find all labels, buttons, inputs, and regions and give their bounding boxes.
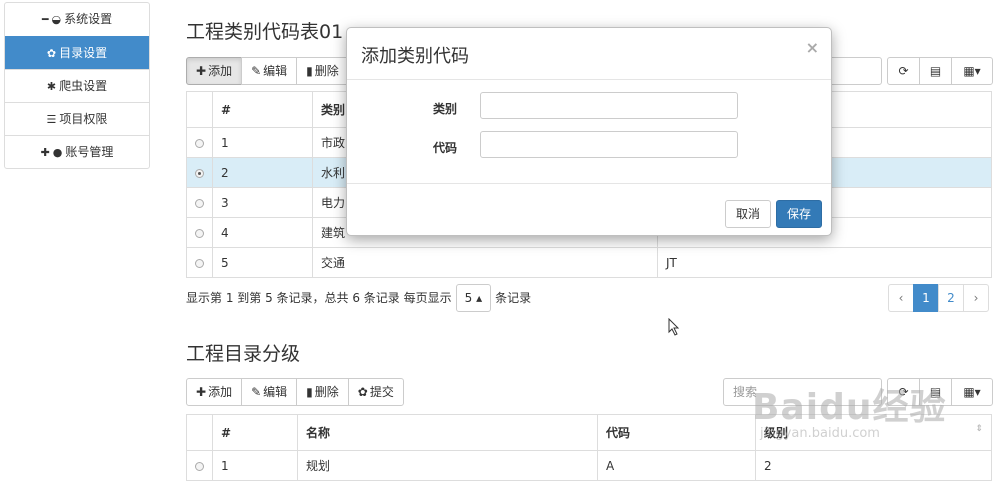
sidebar-item-label: 目录设置: [59, 46, 108, 60]
page-1-button[interactable]: 1: [913, 284, 939, 312]
trash-icon: ▮: [306, 385, 313, 399]
sort-icon: ⇕: [975, 424, 983, 434]
trash-icon: ▮: [306, 64, 313, 78]
sidebar-item-label: 账号管理: [65, 145, 114, 159]
sidebar-item-account-management[interactable]: ✚ ● 账号管理: [5, 135, 149, 168]
user-icon: ●: [52, 146, 63, 159]
app-page: ━ ◒ 系统设置 ✿ 目录设置 ✱ 爬虫设置 ☰ 项目权限 ✚ ● 账号管理 工程类别代码表0…: [0, 0, 1000, 482]
modal-footer: 取消 保存: [347, 184, 831, 236]
expand-icon: ✚: [40, 146, 50, 159]
submit-button[interactable]: ✿ 提交: [347, 378, 404, 406]
dashboard-icon: ◒: [51, 13, 62, 26]
sidebar-item-crawler-settings[interactable]: ✱ 爬虫设置: [5, 69, 149, 102]
edit-icon: ✎: [251, 64, 262, 78]
add-category-modal: 添加类别代码 × 类别 代码 取消 保存: [346, 27, 832, 236]
code-input[interactable]: [480, 131, 738, 158]
section1-table-tools: ⟳ ▤ ▦▾: [887, 57, 993, 85]
code-label: 代码: [433, 141, 458, 155]
plus-icon: ✚: [196, 64, 207, 78]
section1-toolbar: ✚ 添加 ✎ 编辑 ▮ 删除: [186, 57, 349, 85]
page-size-dropdown[interactable]: 5 ▴: [455, 284, 492, 312]
section1-title: 工程类别代码表01: [186, 21, 344, 43]
sidebar-item-label: 项目权限: [59, 112, 108, 126]
refresh-icon: ⟳: [898, 64, 909, 78]
row-radio[interactable]: [195, 461, 204, 471]
edit-button[interactable]: ✎ 编辑: [241, 378, 298, 406]
baidu-watermark: Baidu经验 jingyan.baidu.com: [752, 378, 946, 441]
columns-button[interactable]: ▦▾: [951, 57, 993, 85]
category-input[interactable]: [480, 92, 738, 119]
toggle-view-button[interactable]: ▤: [919, 57, 952, 85]
sidebar-item-label: 系统设置: [64, 12, 113, 26]
row-radio[interactable]: [195, 198, 204, 208]
list-view-icon: ▤: [929, 64, 942, 78]
close-icon[interactable]: ×: [806, 38, 819, 57]
category-label: 类别: [433, 102, 458, 116]
sidebar: ━ ◒ 系统设置 ✿ 目录设置 ✱ 爬虫设置 ☰ 项目权限 ✚ ● 账号管理: [4, 2, 150, 169]
section2-toolbar: ✚ 添加 ✎ 编辑 ▮ 删除 ✿ 提交: [186, 378, 404, 406]
columns-icon: ▦▾: [963, 64, 981, 78]
delete-button[interactable]: ▮ 删除: [296, 57, 349, 85]
sidebar-item-directory-settings[interactable]: ✿ 目录设置: [5, 36, 149, 69]
gear-icon: ✿: [46, 47, 57, 60]
add-button[interactable]: ✚ 添加: [186, 57, 243, 85]
mouse-cursor-icon: [668, 318, 680, 336]
column-header[interactable]: #: [212, 91, 313, 128]
plus-icon: ✚: [196, 385, 207, 399]
row-radio[interactable]: [195, 228, 204, 238]
list-icon: ☰: [46, 113, 57, 126]
cancel-button[interactable]: 取消: [725, 200, 772, 228]
modal-body: 类别 代码: [347, 80, 831, 184]
sidebar-item-project-permissions[interactable]: ☰ 项目权限: [5, 102, 149, 135]
page-2-button[interactable]: 2: [938, 284, 964, 312]
columns-icon: ▦▾: [963, 385, 981, 399]
edit-button[interactable]: ✎ 编辑: [241, 57, 298, 85]
pagination-info: 显示第 1 到第 5 条记录，总共 6 条记录 每页显示 5 ▴ 条记录: [186, 284, 531, 312]
row-radio[interactable]: [195, 258, 204, 268]
section2-title: 工程目录分级: [186, 343, 301, 365]
edit-icon: ✎: [251, 385, 262, 399]
column-header[interactable]: 代码: [597, 414, 756, 451]
next-page-button[interactable]: ›: [963, 284, 989, 312]
prev-page-button[interactable]: ‹: [888, 284, 914, 312]
gear-icon: ✿: [357, 385, 368, 399]
sidebar-item-system-settings[interactable]: ━ ◒ 系统设置: [5, 3, 149, 36]
bug-icon: ✱: [46, 80, 57, 93]
table-row[interactable]: 1 规划 A 2: [186, 450, 992, 481]
save-button[interactable]: 保存: [776, 200, 823, 228]
modal-header: 添加类别代码 ×: [347, 28, 831, 80]
delete-button[interactable]: ▮ 删除: [296, 378, 349, 406]
table-row[interactable]: 5 交通 JT: [186, 247, 992, 278]
pagination: ‹ 1 2 ›: [888, 284, 989, 312]
columns-button[interactable]: ▦▾: [951, 378, 993, 406]
refresh-button[interactable]: ⟳: [887, 57, 920, 85]
add-button[interactable]: ✚ 添加: [186, 378, 243, 406]
collapse-icon: ━: [41, 13, 49, 26]
column-header[interactable]: 名称: [297, 414, 598, 451]
row-radio[interactable]: [195, 168, 204, 178]
sidebar-item-label: 爬虫设置: [59, 79, 108, 93]
column-header[interactable]: #: [212, 414, 298, 451]
baidu-logo: Baidu经验: [752, 387, 947, 428]
modal-title: 添加类别代码: [361, 46, 469, 67]
row-radio[interactable]: [195, 138, 204, 148]
